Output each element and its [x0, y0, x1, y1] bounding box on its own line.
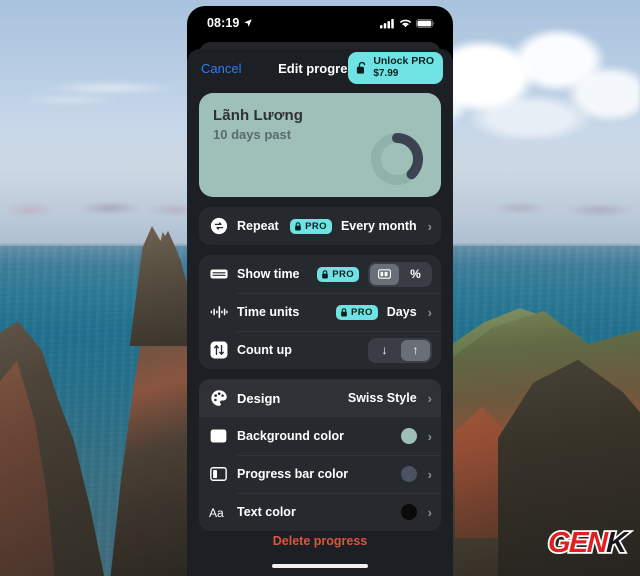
lock-icon: [295, 221, 301, 231]
row-text-color[interactable]: Aa Text color ›: [199, 493, 441, 531]
sheet-content: Lãnh Lương 10 days past Repeat PRO Every…: [187, 87, 453, 531]
lock-icon: [322, 269, 329, 279]
time-settings-group: Show time PRO % Time units PRO Days › Co…: [199, 255, 441, 369]
repeat-icon: [209, 217, 228, 236]
chevron-right-icon: ›: [427, 428, 432, 444]
genk-watermark-part1: GEN: [546, 525, 609, 561]
cancel-button[interactable]: Cancel: [199, 59, 243, 78]
show-time-segmented-control: %: [368, 261, 432, 287]
widget-card-icon: [378, 269, 391, 279]
unlock-pro-label: Unlock PRO: [373, 55, 434, 68]
row-label-repeat: Repeat: [237, 219, 279, 233]
design-group: Design Swiss Style ›: [199, 379, 441, 417]
genk-watermark-part2: K: [604, 525, 628, 561]
progress-title: Lãnh Lương: [213, 107, 304, 124]
screenshot-root: 08:19 Cancel Edit progress Unlock PRO $7…: [0, 0, 640, 576]
text-aa-icon: Aa: [209, 503, 228, 522]
genk-watermark: GENK: [546, 525, 628, 561]
delete-progress-button[interactable]: Delete progress: [273, 534, 367, 548]
row-background-color[interactable]: Background color ›: [199, 417, 441, 455]
widget-card-icon: [209, 265, 228, 284]
row-value-design: Swiss Style: [347, 391, 417, 405]
wispy-cloud: [10, 60, 210, 120]
half-filled-rect-icon: [209, 465, 228, 484]
pro-badge-time-units[interactable]: PRO: [335, 304, 378, 320]
pro-badge-label-show-time: PRO: [332, 268, 354, 280]
svg-text:Aa: Aa: [209, 505, 224, 519]
row-show-time[interactable]: Show time PRO %: [199, 255, 441, 293]
swatch-background-color[interactable]: [400, 428, 417, 444]
delete-section: Delete progress: [187, 532, 453, 550]
row-value-time-units: Days: [386, 305, 417, 319]
chevron-right-icon: ›: [427, 390, 432, 406]
unlock-padlock-icon: [357, 61, 366, 74]
filled-square-icon: [209, 427, 228, 446]
up-down-arrows-icon: [209, 341, 228, 360]
swatch-text-color[interactable]: [400, 504, 417, 520]
swatch-progress-bar-color[interactable]: [400, 466, 417, 482]
sheet-navbar: Cancel Edit progress Unlock PRO $7.99: [187, 49, 453, 87]
status-bar-right: [380, 18, 435, 29]
widget-segment[interactable]: [370, 263, 399, 285]
unlock-pro-price: $7.99: [373, 67, 399, 79]
row-label-design: Design: [237, 390, 281, 406]
row-label-text-color: Text color: [237, 505, 296, 519]
row-label-time-units: Time units: [237, 305, 300, 319]
wifi-icon: [399, 19, 412, 27]
row-label-count-up: Count up: [237, 343, 292, 357]
home-indicator[interactable]: [272, 564, 368, 568]
chevron-right-icon: ›: [427, 466, 432, 482]
chevron-right-icon: ›: [427, 218, 432, 234]
row-value-repeat: Every month: [340, 219, 417, 233]
progress-preview-card[interactable]: Lãnh Lương 10 days past: [199, 93, 441, 197]
percent-segment[interactable]: %: [401, 264, 430, 285]
palette-icon: [209, 389, 228, 408]
cellular-signal-icon: [380, 18, 394, 28]
pro-badge-show-time[interactable]: PRO: [317, 266, 359, 282]
row-design[interactable]: Design Swiss Style ›: [199, 379, 441, 417]
row-progress-bar-color[interactable]: Progress bar color ›: [199, 455, 441, 493]
repeat-group: Repeat PRO Every month ›: [199, 207, 441, 245]
color-settings-group: Background color › Progress bar color › …: [199, 417, 441, 531]
progress-ring: [371, 133, 423, 185]
edit-progress-sheet: Cancel Edit progress Unlock PRO $7.99 Lã…: [187, 49, 453, 576]
phone-screen: 08:19 Cancel Edit progress Unlock PRO $7…: [187, 6, 453, 576]
battery-icon: [416, 18, 435, 28]
lock-icon: [341, 307, 347, 317]
row-label-background-color: Background color: [237, 429, 344, 443]
unlock-pro-text: Unlock PRO $7.99: [373, 55, 434, 79]
row-count-up[interactable]: Count up ↓ ↑: [199, 331, 441, 369]
chevron-right-icon: ›: [427, 504, 432, 520]
chevron-right-icon: ›: [427, 304, 432, 320]
pro-badge-label-time-units: PRO: [350, 306, 373, 318]
count-direction-segmented-control: ↓ ↑: [368, 337, 432, 363]
row-time-units[interactable]: Time units PRO Days ›: [199, 293, 441, 331]
status-bar-left: 08:19: [207, 16, 253, 30]
pro-badge-label-repeat: PRO: [305, 220, 327, 232]
status-bar-time: 08:19: [207, 16, 240, 30]
location-arrow-icon: [244, 19, 253, 27]
count-up-segment[interactable]: ↑: [401, 339, 430, 361]
waveform-icon: [209, 303, 228, 322]
row-label-progress-bar-color: Progress bar color: [237, 467, 349, 481]
unlock-pro-button[interactable]: Unlock PRO $7.99: [348, 52, 443, 84]
count-down-segment[interactable]: ↓: [370, 340, 399, 361]
row-label-show-time: Show time: [237, 267, 300, 281]
pro-badge-repeat[interactable]: PRO: [290, 218, 332, 234]
status-bar: 08:19: [187, 6, 453, 40]
row-repeat[interactable]: Repeat PRO Every month ›: [199, 207, 441, 245]
